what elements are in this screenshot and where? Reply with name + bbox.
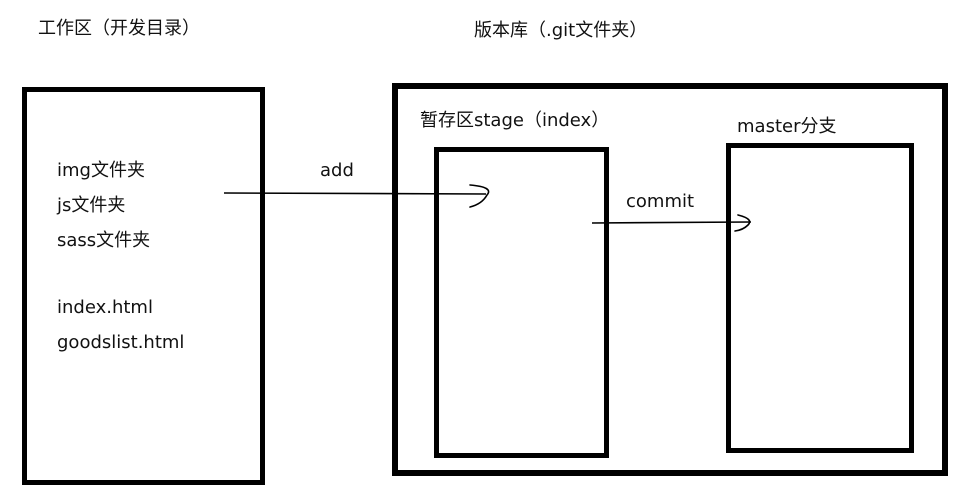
commit-arrow <box>591 214 752 232</box>
add-arrow-line <box>223 192 487 195</box>
add-arrow <box>223 184 490 208</box>
commit-arrow-head <box>734 214 751 232</box>
arrows-layer <box>223 184 752 232</box>
add-arrow-head <box>469 184 490 208</box>
commit-arrow-line <box>591 221 752 224</box>
